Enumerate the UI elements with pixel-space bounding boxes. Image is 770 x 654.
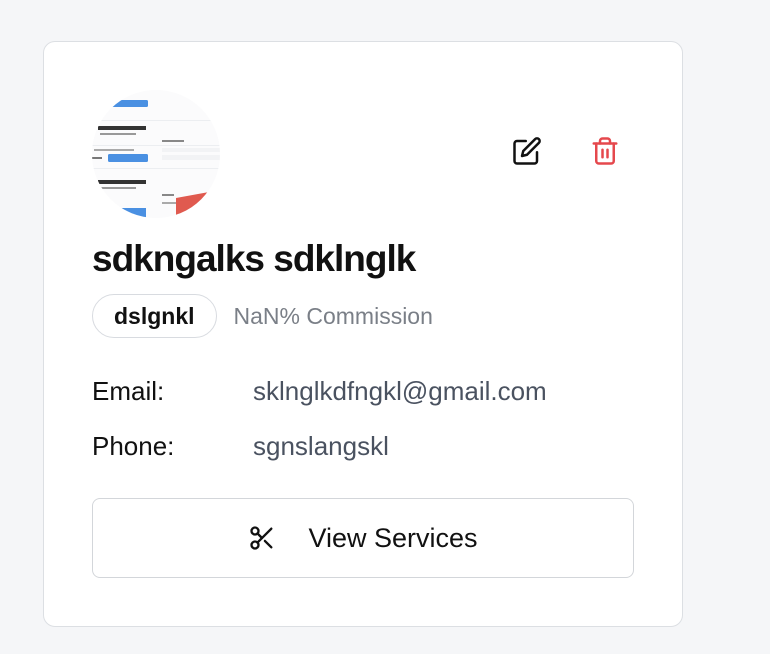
scissors-icon: [248, 524, 276, 552]
phone-label: Phone:: [92, 431, 175, 461]
view-services-button[interactable]: View Services: [92, 498, 634, 578]
avatar: [92, 90, 220, 218]
email-label: Email:: [92, 376, 165, 406]
provider-card: sdkngalks sdklnglk dslgnkl NaN% Commissi…: [43, 41, 683, 627]
provider-name: sdkngalks sdklnglk: [92, 238, 416, 279]
trash-icon: [592, 137, 618, 165]
phone-row: Phone: sgnslangskl: [92, 431, 389, 462]
edit-icon: [513, 137, 541, 165]
avatar-image: [92, 90, 220, 218]
card-actions: [510, 134, 622, 168]
view-services-label: View Services: [308, 522, 478, 553]
edit-button[interactable]: [510, 134, 544, 168]
delete-button[interactable]: [588, 134, 622, 168]
commission-text: NaN% Commission: [233, 302, 433, 329]
phone-value: sgnslangskl: [253, 431, 389, 461]
email-row: Email: sklnglkdfngkl@gmail.com: [92, 376, 547, 407]
provider-meta: dslgnkl NaN% Commission: [92, 294, 433, 338]
role-badge: dslgnkl: [92, 294, 217, 338]
email-value: sklnglkdfngkl@gmail.com: [253, 376, 547, 406]
